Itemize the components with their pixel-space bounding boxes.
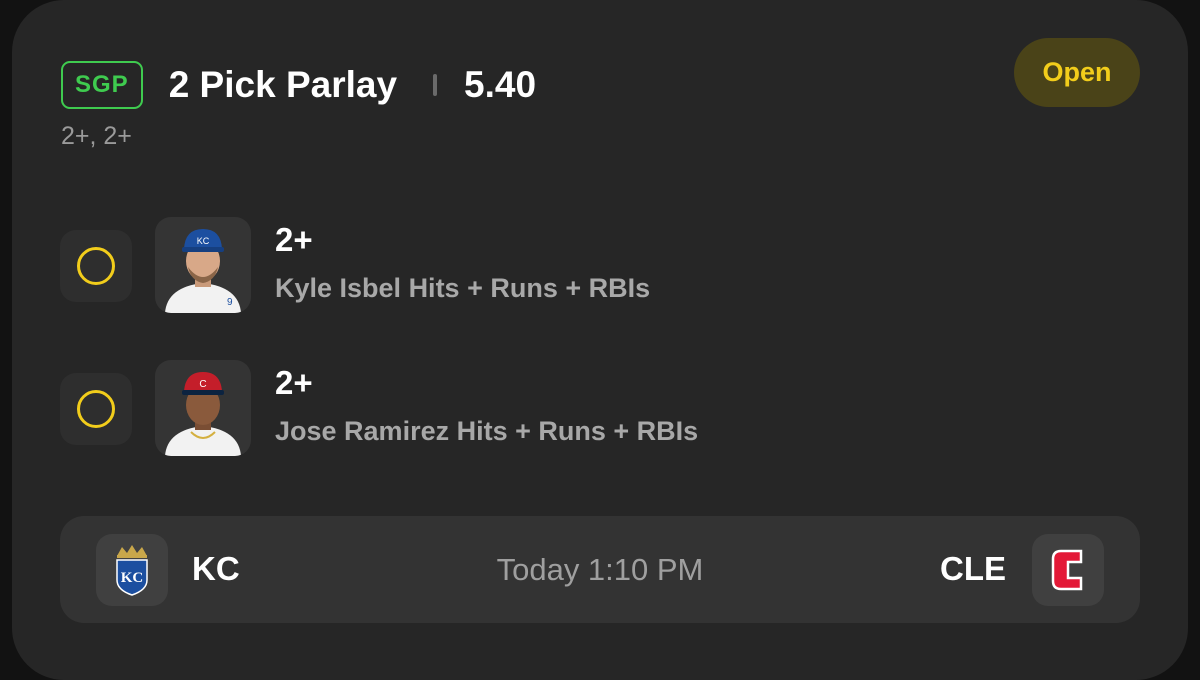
svg-text:KC: KC (197, 236, 210, 246)
pick-row[interactable]: C 2+ Jose Ramirez Hits + Runs + RBIs (60, 360, 1140, 456)
svg-text:C: C (199, 379, 206, 390)
pick-description: Jose Ramirez Hits + Runs + RBIs (275, 416, 699, 446)
pending-circle-icon (77, 247, 115, 285)
pick-row[interactable]: KC 9 2+ Kyle Isbel Hits + Runs + RBIs (60, 217, 1140, 313)
parlay-title: 2 Pick Parlay (168, 64, 398, 105)
player-headshot: KC 9 (155, 217, 251, 313)
pick-line: 2+ (275, 364, 313, 401)
parlay-header: SGP 2 Pick Parlay 5.40 (61, 60, 536, 110)
pending-circle-icon (77, 390, 115, 428)
status-badge: Open (1014, 38, 1140, 107)
cleveland-guardians-logo (1032, 534, 1104, 606)
parlay-subtitle: 2+, 2+ (61, 122, 132, 150)
pick-description: Kyle Isbel Hits + Runs + RBIs (275, 273, 651, 303)
parlay-odds: 5.40 (464, 64, 537, 105)
title-separator (433, 74, 438, 96)
player-headshot: C (155, 360, 251, 456)
pick-status (60, 230, 132, 302)
pick-line: 2+ (275, 221, 313, 258)
parlay-card[interactable]: SGP 2 Pick Parlay 5.40 2+, 2+ Open KC 9 … (12, 0, 1188, 680)
svg-text:9: 9 (227, 297, 233, 308)
game-info-bar[interactable]: KC KC Today 1:10 PM CLE (60, 516, 1140, 623)
pick-status (60, 373, 132, 445)
sgp-badge: SGP (61, 61, 143, 109)
home-team-abbr: CLE (940, 550, 1006, 587)
